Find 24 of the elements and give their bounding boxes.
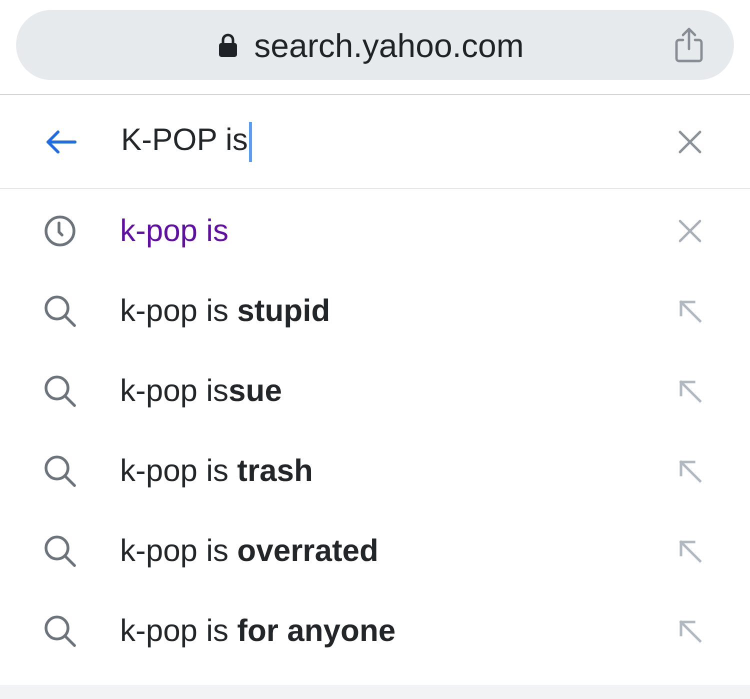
back-arrow-icon[interactable] — [45, 130, 77, 154]
history-link[interactable]: k-pop is — [120, 212, 229, 250]
search-icon — [44, 455, 76, 487]
up-left-arrow-icon[interactable] — [678, 379, 702, 403]
suggestion-link[interactable]: k-pop is stupid — [120, 292, 330, 330]
up-left-arrow-icon[interactable] — [678, 299, 702, 323]
search-icon — [44, 615, 76, 647]
search-icon — [44, 535, 76, 567]
suggestion-link[interactable]: k-pop issue — [120, 372, 282, 410]
up-left-arrow-icon[interactable] — [678, 619, 702, 643]
suggestion-link[interactable]: k-pop is overrated — [120, 532, 378, 570]
lock-icon — [218, 33, 238, 57]
suggestion-link[interactable]: k-pop is trash — [120, 452, 313, 490]
search-icon — [44, 375, 76, 407]
suggestion-link[interactable]: k-pop is for anyone — [120, 612, 396, 650]
search-icon — [44, 295, 76, 327]
search-field[interactable]: K-POP is — [121, 121, 252, 162]
address-bar[interactable]: search.yahoo.com — [16, 10, 734, 80]
up-left-arrow-icon[interactable] — [678, 539, 702, 563]
clock-icon — [44, 215, 76, 247]
up-left-arrow-icon[interactable] — [678, 459, 702, 483]
close-icon[interactable] — [678, 130, 702, 154]
close-icon[interactable] — [678, 219, 702, 243]
url-text: search.yahoo.com — [254, 28, 524, 62]
